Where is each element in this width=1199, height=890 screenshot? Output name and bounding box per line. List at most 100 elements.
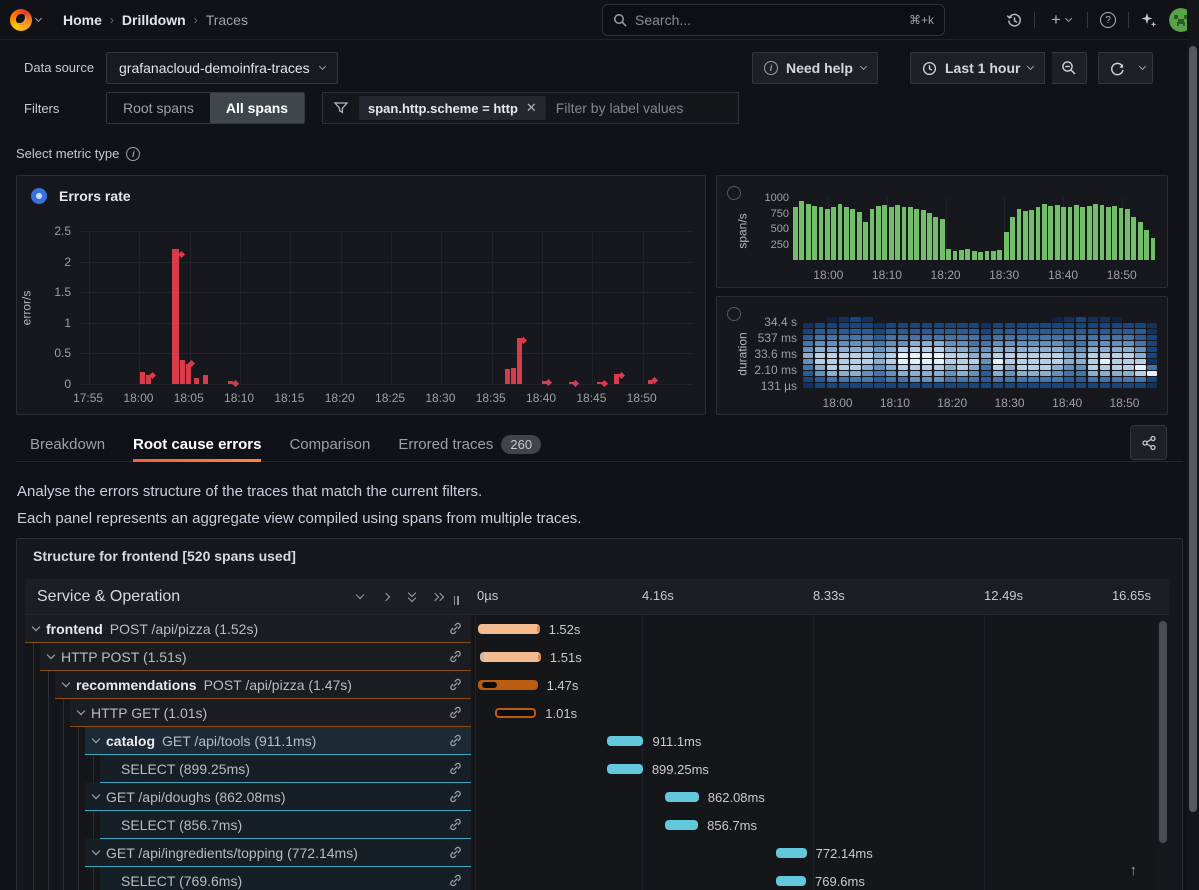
structure-panel: Structure for frontend [520 spans used] … — [16, 538, 1183, 890]
duration-heatmap-chart[interactable]: duration34.4 s537 ms33.6 ms2.10 ms131 µs… — [717, 297, 1169, 416]
link-icon[interactable] — [448, 705, 463, 720]
tab-comparison[interactable]: Comparison — [289, 428, 370, 462]
share-button[interactable] — [1130, 425, 1167, 460]
funnel-icon — [333, 100, 349, 116]
duration-value: 1.01s — [545, 706, 577, 721]
span-row-label-cell[interactable]: catalogGET /api/tools (911.1ms) — [85, 727, 471, 755]
collapse-all-icon[interactable] — [399, 586, 425, 608]
span-row-timeline-cell[interactable]: 899.25ms — [471, 755, 1155, 783]
filter-bar[interactable]: span.http.scheme = http ✕ Filter by labe… — [322, 92, 739, 124]
timeline-axis: 0µs 4.16s 8.33s 12.49s 16.65s — [471, 579, 1155, 614]
link-icon[interactable] — [448, 873, 463, 888]
span-row-timeline-cell[interactable]: 772.14ms — [471, 839, 1155, 867]
span-row-timeline-cell[interactable]: 911.1ms — [471, 727, 1155, 755]
link-icon[interactable] — [448, 621, 463, 636]
span-rate-chart[interactable]: span/s250500750100018:0018:1018:2018:301… — [717, 176, 1169, 289]
span-row-timeline-cell[interactable]: 1.52s — [471, 615, 1155, 643]
link-icon[interactable] — [448, 761, 463, 776]
errors-rate-chart[interactable]: error/s00.511.522.517:5518:0018:0518:101… — [17, 176, 707, 416]
expand-all-icon[interactable] — [425, 586, 451, 608]
duration-value: 856.7ms — [707, 818, 757, 833]
span-tree-row[interactable]: catalogGET /api/tools (911.1ms)911.1ms — [25, 727, 1169, 755]
remove-filter-icon[interactable]: ✕ — [526, 100, 537, 116]
span-row-timeline-cell[interactable]: 856.7ms — [471, 811, 1155, 839]
span-row-label-cell[interactable]: GET /api/ingredients/topping (772.14ms) — [85, 839, 471, 867]
span-row-label-cell[interactable]: SELECT (899.25ms) — [100, 755, 471, 783]
duration-value: 772.14ms — [816, 846, 873, 861]
link-icon[interactable] — [448, 733, 463, 748]
tab-breakdown[interactable]: Breakdown — [30, 428, 105, 462]
span-row-timeline-cell[interactable]: 1.51s — [471, 643, 1155, 671]
breadcrumb-drilldown[interactable]: Drilldown — [122, 12, 186, 28]
grafana-logo-menu[interactable] — [10, 9, 41, 31]
span-row-label-cell[interactable]: HTTP POST (1.51s) — [40, 643, 471, 671]
span-tree-row[interactable]: SELECT (899.25ms) 899.25ms — [25, 755, 1169, 783]
tree-scrollbar[interactable] — [1157, 615, 1169, 890]
link-icon[interactable] — [448, 677, 463, 692]
expander-chevron-down-icon[interactable] — [77, 707, 85, 715]
span-row-label-cell[interactable]: frontendPOST /api/pizza (1.52s) — [25, 615, 471, 643]
span-row-timeline-cell[interactable]: 1.01s — [471, 699, 1155, 727]
link-icon[interactable] — [448, 845, 463, 860]
refresh-button[interactable] — [1098, 52, 1137, 84]
span-tree-row[interactable]: GET /api/doughs (862.08ms)862.08ms — [25, 783, 1169, 811]
link-icon[interactable] — [448, 817, 463, 832]
span-row-timeline-cell[interactable]: 1.47s — [471, 671, 1155, 699]
errors-rate-panel: Errors rate error/s00.511.522.517:5518:0… — [16, 175, 706, 415]
expander-chevron-down-icon[interactable] — [32, 623, 40, 631]
datasource-select[interactable]: grafanacloud-demoinfra-traces — [106, 52, 338, 84]
zoom-out-button[interactable] — [1052, 52, 1087, 84]
expander-chevron-down-icon[interactable] — [47, 651, 55, 659]
span-row-label-cell[interactable]: SELECT (769.6ms) — [100, 867, 471, 890]
search-input[interactable]: Search... ⌘+k — [602, 4, 945, 36]
span-tree-row[interactable]: GET /api/ingredients/topping (772.14ms) 7… — [25, 839, 1169, 867]
help-icon[interactable]: ? — [1094, 6, 1122, 34]
span-tree-row[interactable]: frontendPOST /api/pizza (1.52s)1.52s — [25, 615, 1169, 643]
time-range-picker[interactable]: Last 1 hour — [910, 52, 1045, 84]
tab-root-cause-errors[interactable]: Root cause errors — [133, 428, 261, 462]
span-tree-row[interactable]: recommendationsPOST /api/pizza (1.47s)1.… — [25, 671, 1169, 699]
tab-errored-traces[interactable]: Errored traces 260 — [398, 428, 541, 462]
expander-chevron-down-icon[interactable] — [92, 735, 100, 743]
all-spans-option[interactable]: All spans — [210, 93, 304, 123]
need-help-button[interactable]: i Need help — [752, 52, 878, 84]
column-resize-handle[interactable] — [451, 596, 461, 608]
chevron-down-icon — [1027, 63, 1034, 70]
span-row-timeline-cell[interactable]: 862.08ms — [471, 783, 1155, 811]
info-icon[interactable]: i — [126, 147, 140, 161]
filter-chip[interactable]: span.http.scheme = http ✕ — [359, 96, 546, 120]
span-row-label-cell[interactable]: HTTP GET (1.01s) — [70, 699, 471, 727]
root-spans-option[interactable]: Root spans — [107, 93, 210, 123]
span-tree-row[interactable]: HTTP POST (1.51s)1.51s — [25, 643, 1169, 671]
search-icon — [613, 13, 627, 27]
span-row-label-cell[interactable]: GET /api/doughs (862.08ms) — [85, 783, 471, 811]
divider — [1087, 12, 1088, 28]
span-row-label-cell[interactable]: recommendationsPOST /api/pizza (1.47s) — [55, 671, 471, 699]
link-icon[interactable] — [448, 649, 463, 664]
span-tree-row[interactable]: SELECT (856.7ms) 856.7ms — [25, 811, 1169, 839]
link-icon[interactable] — [448, 789, 463, 804]
breadcrumb-home[interactable]: Home — [63, 12, 102, 28]
tab-description: Analyse the errors structure of the trac… — [17, 478, 581, 532]
span-tree-row[interactable]: HTTP GET (1.01s) 1.01s — [25, 699, 1169, 727]
refresh-interval-dropdown[interactable] — [1133, 52, 1153, 84]
operation-name: SELECT (899.25ms) — [121, 761, 250, 777]
expander-chevron-down-icon[interactable] — [62, 679, 70, 687]
page-scrollbar[interactable] — [1187, 0, 1199, 890]
span-tree-row[interactable]: SELECT (769.6ms) 769.6ms — [25, 867, 1169, 890]
operation-name: SELECT (769.6ms) — [121, 873, 242, 889]
expand-one-icon[interactable] — [373, 586, 399, 608]
scroll-to-top-button[interactable]: ↑ — [1130, 862, 1138, 879]
collapse-one-icon[interactable] — [347, 586, 373, 608]
add-menu-button[interactable]: + — [1041, 6, 1081, 34]
operation-name: POST /api/pizza (1.52s) — [110, 621, 258, 637]
history-icon[interactable] — [1000, 6, 1028, 34]
span-row-timeline-cell[interactable]: 769.6ms — [471, 867, 1155, 890]
span-row-label-cell[interactable]: SELECT (856.7ms) — [100, 811, 471, 839]
duration-bar — [480, 652, 541, 662]
service-name: recommendations — [76, 677, 197, 693]
tab-bar: Breakdown Root cause errors Comparison E… — [16, 428, 1183, 462]
expander-chevron-down-icon[interactable] — [92, 847, 100, 855]
ai-sparkles-icon[interactable] — [1135, 6, 1163, 34]
expander-chevron-down-icon[interactable] — [92, 791, 100, 799]
